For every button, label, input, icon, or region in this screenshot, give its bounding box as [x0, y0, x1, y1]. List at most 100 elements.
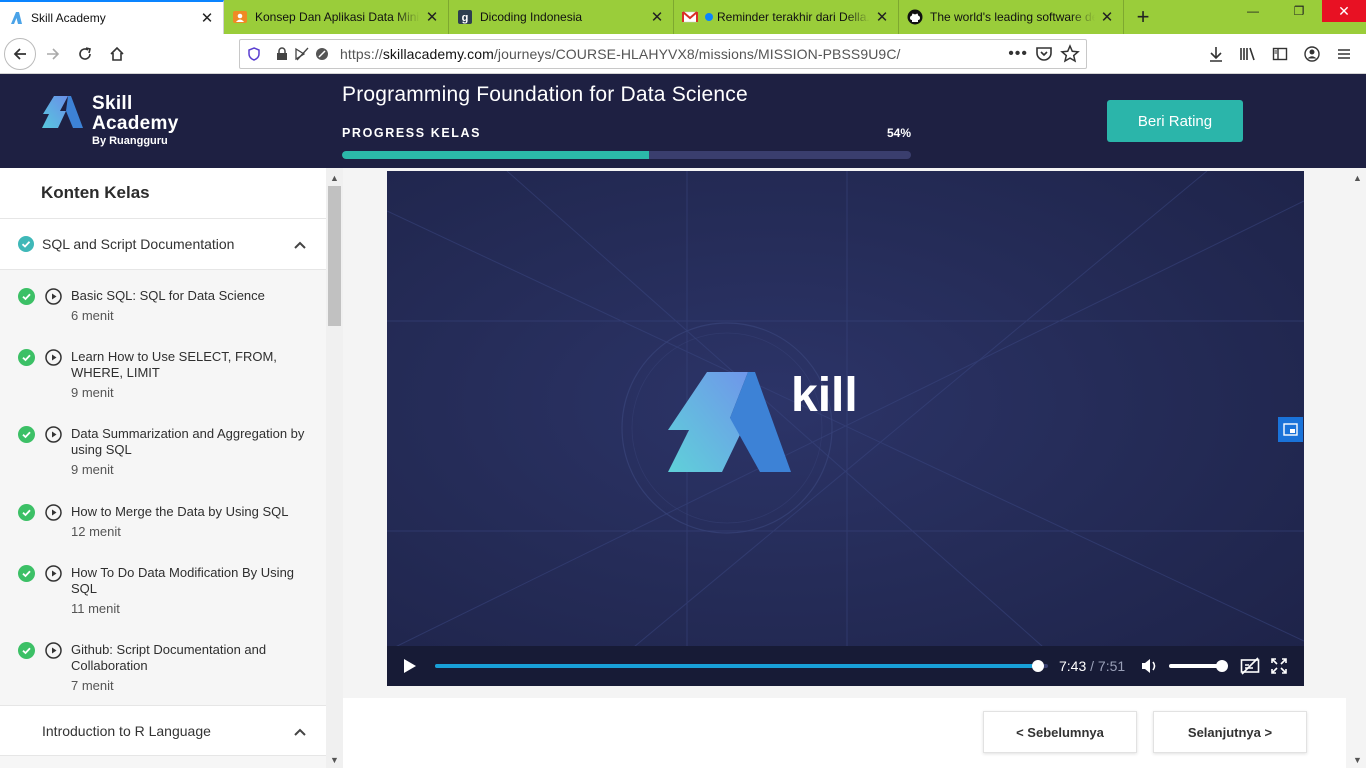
skill-academy-favicon [8, 10, 24, 26]
next-lesson-button[interactable]: Selanjutnya > [1153, 711, 1307, 753]
seek-handle[interactable] [1031, 660, 1044, 672]
play-circle-icon [45, 288, 62, 305]
home-button[interactable] [101, 38, 133, 70]
seek-bar[interactable] [435, 660, 1048, 672]
chevron-up-icon[interactable] [293, 725, 307, 739]
pocket-icon[interactable] [1034, 44, 1054, 64]
tab-skill-academy[interactable]: Skill Academy ✕ [0, 0, 224, 34]
volume-slider[interactable] [1169, 660, 1228, 672]
lesson-title: Basic SQL: SQL for Data Science [71, 288, 265, 303]
lesson-item[interactable]: Data Summarization and Aggregation by us… [0, 409, 326, 486]
unread-dot-icon [705, 13, 713, 21]
total-duration: 7:51 [1097, 658, 1126, 674]
url-domain: skillacademy.com [382, 46, 494, 62]
restore-icon[interactable]: ❐ [1276, 0, 1322, 22]
volume-handle[interactable] [1216, 660, 1228, 672]
shield-icon[interactable] [244, 44, 264, 64]
lesson-complete-check-icon [18, 565, 35, 582]
scrollbar-thumb[interactable] [328, 186, 341, 326]
chevron-up-icon[interactable] [293, 238, 307, 252]
current-time: 7:43 [1059, 658, 1087, 674]
downloads-icon[interactable] [1200, 38, 1232, 70]
back-button[interactable] [4, 37, 36, 70]
lesson-duration: 9 menit [71, 462, 114, 477]
tab-gmail[interactable]: Reminder terakhir dari Della... ✕ [674, 0, 899, 34]
tab-dicoding[interactable]: g Dicoding Indonesia ✕ [449, 0, 674, 34]
course-title: Programming Foundation for Data Science [342, 83, 748, 106]
close-tab-icon[interactable]: ✕ [649, 9, 665, 26]
section-title: Introduction to R Language [42, 722, 211, 739]
scroll-up-arrow-icon[interactable]: ▲ [326, 170, 343, 186]
forward-button[interactable] [37, 38, 69, 70]
scroll-down-arrow-icon[interactable]: ▼ [1349, 752, 1366, 768]
section-title: SQL and Script Documentation [42, 236, 235, 252]
lock-icon[interactable] [272, 44, 292, 64]
video-controls: 7:43 / 7:51 [387, 646, 1304, 686]
video-player[interactable]: kill [387, 171, 1304, 686]
sidebar-scrollbar[interactable]: ▲ ▼ [326, 168, 343, 768]
progress-bar [342, 151, 911, 159]
autoplay-blocked-icon[interactable] [292, 44, 312, 64]
scroll-down-arrow-icon[interactable]: ▼ [326, 752, 343, 768]
logo-line-2: Academy [92, 113, 179, 134]
close-tab-icon[interactable]: ✕ [199, 10, 215, 27]
video-time: 7:43 / 7:51 [1059, 658, 1125, 674]
lesson-complete-check-icon [18, 426, 35, 443]
scroll-up-arrow-icon[interactable]: ▲ [1349, 170, 1366, 186]
play-circle-icon [45, 349, 62, 366]
lesson-duration: 12 menit [71, 524, 121, 539]
lesson-duration: 7 menit [71, 678, 114, 693]
video-frame: kill [387, 171, 1304, 686]
play-circle-icon [45, 426, 62, 443]
close-tab-icon[interactable]: ✕ [424, 9, 440, 26]
video-logo-text: kill [791, 369, 858, 422]
picture-in-picture-button[interactable] [1278, 417, 1303, 442]
lesson-complete-check-icon [18, 504, 35, 521]
page-actions-icon[interactable]: ••• [1008, 44, 1028, 64]
svg-text:g: g [462, 12, 469, 24]
lesson-title: Github: Script Documentation and Collabo… [71, 642, 267, 673]
github-favicon [907, 9, 923, 25]
library-icon[interactable] [1232, 38, 1264, 70]
play-icon[interactable] [403, 658, 417, 674]
sidebar-toggle-icon[interactable] [1264, 38, 1296, 70]
tab-title: Dicoding Indonesia [480, 10, 583, 24]
tab-github[interactable]: The world's leading software de ✕ [899, 0, 1124, 34]
minimize-icon[interactable]: — [1230, 0, 1276, 22]
permissions-icon[interactable] [312, 44, 332, 64]
lesson-item[interactable]: Basic SQL: SQL for Data Science 6 menit [0, 270, 326, 332]
close-tab-icon[interactable]: ✕ [874, 9, 890, 26]
url-text: https://skillacademy.com/journeys/COURSE… [340, 46, 901, 62]
menu-icon[interactable] [1328, 38, 1360, 70]
page-scrollbar[interactable]: ▲ ▼ [1349, 168, 1366, 768]
window-close-icon[interactable]: ✕ [1322, 0, 1366, 22]
rate-button[interactable]: Beri Rating [1107, 100, 1243, 142]
lesson-item[interactable]: How to Merge the Data by Using SQL 12 me… [0, 486, 326, 548]
volume-icon[interactable] [1141, 658, 1159, 674]
dicoding-favicon: g [457, 9, 473, 25]
captions-off-icon[interactable] [1240, 657, 1260, 675]
picture-in-picture-icon [1283, 423, 1298, 436]
lesson-complete-check-icon [18, 288, 35, 305]
close-tab-icon[interactable]: ✕ [1099, 9, 1115, 26]
tab-title: Reminder terakhir dari Della... [717, 10, 870, 24]
progress-label: PROGRESS KELAS [342, 126, 482, 140]
address-bar[interactable]: https://skillacademy.com/journeys/COURSE… [239, 39, 1087, 69]
fullscreen-icon[interactable] [1271, 658, 1287, 674]
lesson-item[interactable]: How To Do Data Modification By Using SQL… [0, 548, 326, 625]
previous-lesson-button[interactable]: < Sebelumnya [983, 711, 1137, 753]
skill-academy-logo-icon [42, 96, 83, 128]
account-icon[interactable] [1296, 38, 1328, 70]
time-separator: / [1090, 658, 1095, 674]
lesson-item[interactable]: Github: Script Documentation and Collabo… [0, 625, 326, 705]
bookmark-star-icon[interactable] [1060, 44, 1080, 64]
new-tab-button[interactable]: + [1126, 0, 1160, 34]
lesson-item[interactable]: Learn How to Use SELECT, FROM, WHERE, LI… [0, 332, 326, 409]
reload-button[interactable] [69, 38, 101, 70]
browser-nav-bar: https://skillacademy.com/journeys/COURSE… [0, 34, 1366, 74]
tab-data-mining[interactable]: Konsep Dan Aplikasi Data Mining ✕ [224, 0, 449, 34]
skill-academy-logo[interactable]: Skill Academy By Ruangguru [40, 94, 179, 147]
lesson-complete-check-icon [18, 349, 35, 366]
section-header-r-language[interactable]: Introduction to R Language [0, 705, 326, 756]
section-header-sql[interactable]: SQL and Script Documentation [0, 219, 326, 270]
